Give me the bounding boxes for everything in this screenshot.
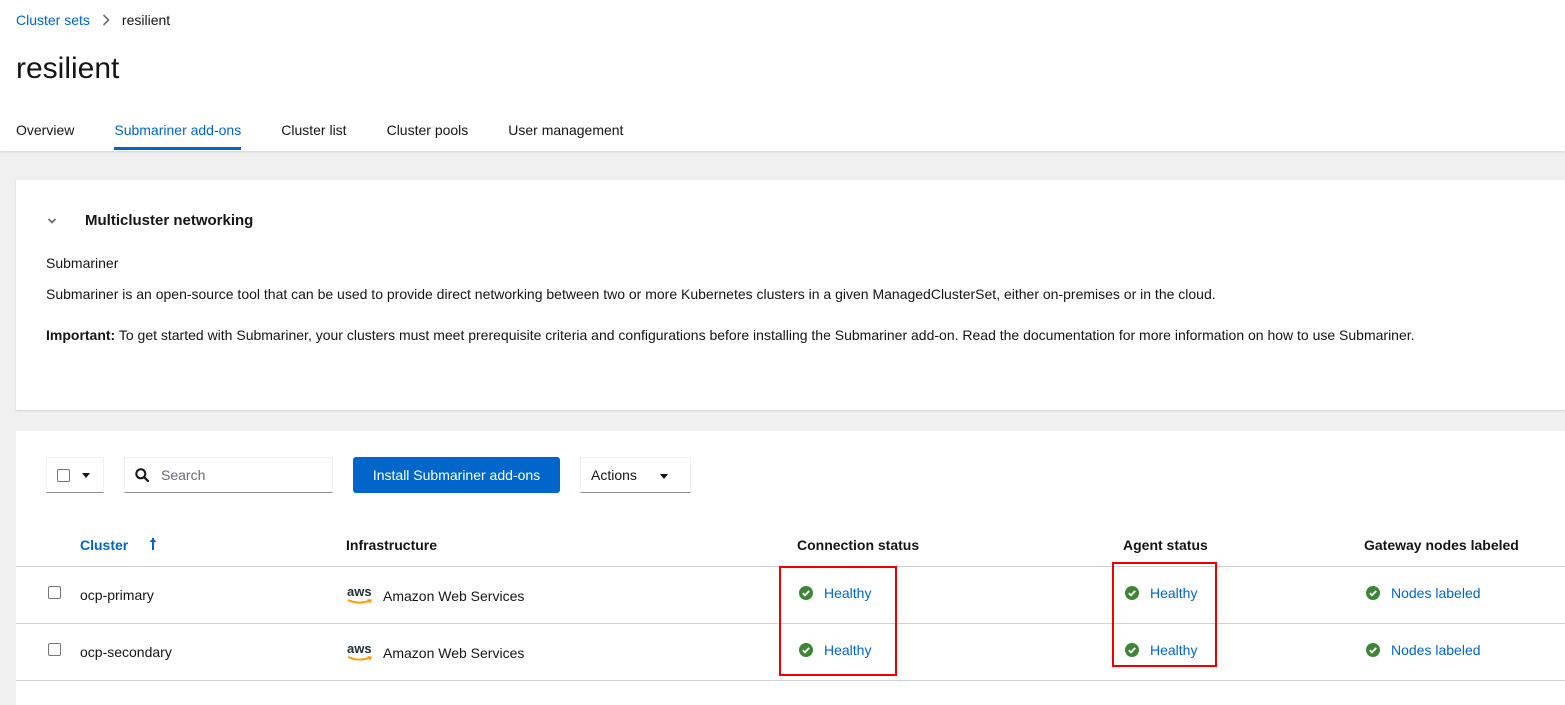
gateway-status-link[interactable]: Nodes labeled	[1391, 585, 1481, 601]
aws-logo: aws	[347, 584, 373, 605]
agent-status-highlight	[1112, 562, 1217, 667]
caret-down-icon	[660, 474, 668, 479]
page-title: resilient	[16, 52, 120, 85]
submariner-description: Submariner is an open-source tool that c…	[46, 286, 1216, 302]
tabs: Overview Submariner add-ons Cluster list…	[16, 111, 663, 151]
actions-label: Actions	[591, 467, 637, 483]
column-header-infrastructure: Infrastructure	[346, 537, 438, 553]
search-input[interactable]	[161, 467, 311, 483]
infrastructure-cell: aws Amazon Web Services	[347, 584, 525, 605]
aws-logo-text: aws	[347, 584, 372, 599]
tab-overview[interactable]: Overview	[16, 111, 74, 151]
breadcrumb: Cluster sets resilient	[16, 12, 170, 28]
multicluster-networking-card: Multicluster networking Submariner Subma…	[16, 180, 1565, 410]
row-checkbox[interactable]	[48, 643, 61, 656]
page-header: Cluster sets resilient resilient Overvie…	[0, 0, 1565, 151]
cluster-name: ocp-secondary	[80, 644, 172, 660]
column-header-gateway-nodes-labeled: Gateway nodes labeled	[1364, 537, 1519, 553]
gateway-status-link[interactable]: Nodes labeled	[1391, 642, 1481, 658]
infrastructure-name: Amazon Web Services	[383, 588, 525, 604]
search-box	[124, 457, 333, 493]
sort-asc-icon[interactable]	[148, 537, 158, 551]
tab-cluster-list[interactable]: Cluster list	[281, 111, 346, 151]
important-label: Important:	[46, 327, 116, 343]
card-title: Multicluster networking	[85, 212, 254, 229]
important-text: To get started with Submariner, your clu…	[115, 327, 1415, 343]
breadcrumb-cluster-sets-link[interactable]: Cluster sets	[16, 12, 90, 28]
caret-down-icon	[82, 472, 90, 478]
important-note: Important: To get started with Submarine…	[46, 327, 1415, 343]
check-circle-icon	[1366, 586, 1380, 600]
column-header-connection-status: Connection status	[797, 537, 920, 553]
tab-submariner-add-ons[interactable]: Submariner add-ons	[114, 111, 241, 151]
aws-logo: aws	[347, 641, 373, 662]
connection-status-highlight	[779, 566, 897, 676]
install-submariner-add-ons-button[interactable]: Install Submariner add-ons	[353, 457, 560, 493]
bulk-select-dropdown[interactable]	[46, 457, 104, 493]
check-circle-icon	[1366, 643, 1380, 657]
submariner-heading: Submariner	[46, 255, 119, 271]
column-header-cluster[interactable]: Cluster	[80, 537, 128, 553]
gateway-status: Nodes labeled	[1366, 585, 1481, 601]
breadcrumb-current: resilient	[121, 12, 171, 28]
tab-user-management[interactable]: User management	[508, 111, 623, 151]
networking-expand-toggle[interactable]: Multicluster networking	[46, 212, 253, 229]
tab-cluster-pools[interactable]: Cluster pools	[387, 111, 469, 151]
row-divider	[16, 680, 1565, 681]
select-all-checkbox[interactable]	[57, 468, 70, 482]
chevron-down-icon	[47, 217, 57, 224]
actions-dropdown[interactable]: Actions	[580, 457, 691, 493]
column-header-agent-status: Agent status	[1123, 537, 1208, 553]
infrastructure-cell: aws Amazon Web Services	[347, 641, 525, 662]
aws-logo-text: aws	[347, 641, 372, 656]
gateway-status: Nodes labeled	[1366, 642, 1481, 658]
cluster-name: ocp-primary	[80, 587, 154, 603]
search-icon	[135, 468, 149, 482]
row-checkbox[interactable]	[48, 586, 61, 599]
chevron-right-icon	[102, 14, 110, 26]
infrastructure-name: Amazon Web Services	[383, 645, 525, 661]
